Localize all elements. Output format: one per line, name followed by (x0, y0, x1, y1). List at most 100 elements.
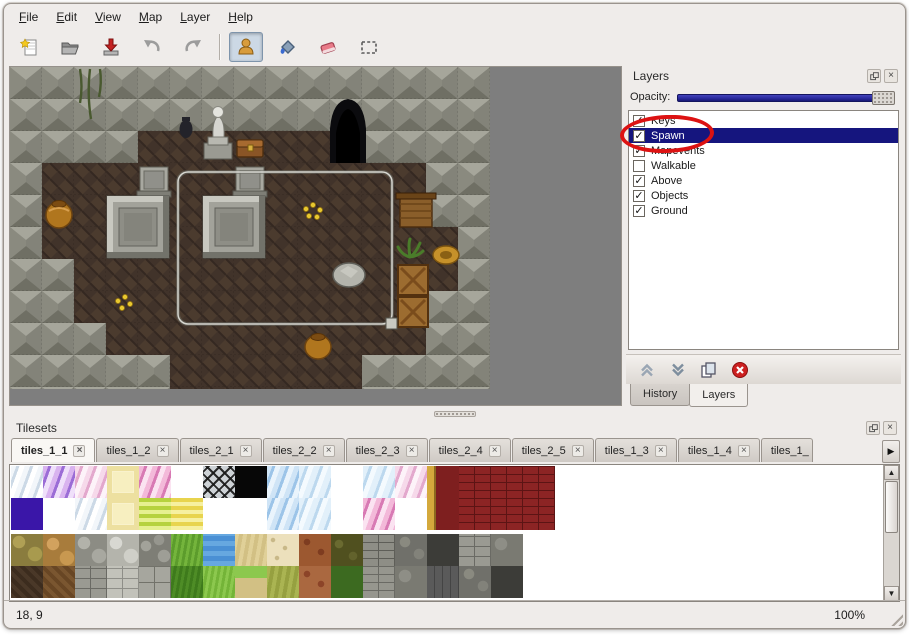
palette-tile[interactable] (139, 498, 171, 530)
palette-tile[interactable] (43, 466, 75, 498)
tileset-tab-tiles_2_4[interactable]: tiles_2_4× (429, 438, 511, 462)
palette-tile[interactable] (171, 466, 203, 498)
palette-tile[interactable] (363, 566, 395, 598)
close-tab-icon[interactable]: × (572, 445, 584, 457)
palette-tile[interactable] (203, 498, 235, 530)
close-tab-icon[interactable]: × (489, 445, 501, 457)
menu-layer[interactable]: Layer (171, 7, 219, 27)
palette-tile[interactable] (43, 498, 75, 530)
float-panel-button[interactable] (867, 69, 881, 83)
palette-tile[interactable] (107, 566, 139, 598)
palette-tile[interactable] (139, 566, 171, 598)
palette-tile[interactable] (171, 534, 203, 566)
palette-tile[interactable] (299, 566, 331, 598)
layer-visibility-checkbox[interactable]: ✓ (633, 205, 645, 217)
layer-row-above[interactable]: ✓Above (629, 173, 898, 188)
palette-tile[interactable] (203, 466, 235, 498)
layer-row-objects[interactable]: ✓Objects (629, 188, 898, 203)
move-layer-up-button[interactable] (636, 359, 658, 381)
layer-visibility-checkbox[interactable]: ✓ (633, 145, 645, 157)
layer-row-keys[interactable]: ✓Keys (629, 113, 898, 128)
layer-row-ground[interactable]: ✓Ground (629, 203, 898, 218)
map-canvas[interactable] (9, 66, 622, 406)
palette-tile[interactable] (235, 498, 267, 530)
palette-tile[interactable] (107, 534, 139, 566)
tileset-tab-tiles_1_3[interactable]: tiles_1_3× (595, 438, 677, 462)
palette-tile[interactable] (267, 498, 299, 530)
palette-tile[interactable] (427, 534, 459, 566)
menu-file[interactable]: File (10, 7, 47, 27)
palette-tile[interactable] (331, 534, 363, 566)
palette-tile[interactable] (523, 466, 555, 498)
palette-tile[interactable] (299, 498, 331, 530)
palette-tile[interactable] (267, 466, 299, 498)
stamp-tool-button[interactable] (229, 32, 263, 62)
palette-tile[interactable] (491, 498, 523, 530)
palette-tile[interactable] (267, 534, 299, 566)
menu-help[interactable]: Help (219, 7, 262, 27)
palette-tile[interactable] (427, 498, 459, 530)
close-tab-icon[interactable]: × (240, 445, 252, 457)
scroll-up-button[interactable]: ▲ (884, 465, 899, 480)
dock-tab-layers[interactable]: Layers (689, 384, 748, 407)
palette-tile[interactable] (331, 466, 363, 498)
tileset-tab-tiles_1_1[interactable]: tiles_1_1× (11, 438, 95, 462)
palette-tile[interactable] (75, 566, 107, 598)
fill-tool-button[interactable] (270, 32, 304, 62)
palette-tile[interactable] (75, 534, 107, 566)
close-tab-icon[interactable]: × (73, 445, 85, 457)
palette-scrollbar[interactable]: ▲ ▼ (883, 465, 899, 601)
layer-row-walkable[interactable]: Walkable (629, 158, 898, 173)
layer-visibility-checkbox[interactable]: ✓ (633, 115, 645, 127)
delete-layer-button[interactable] (729, 359, 751, 381)
palette-tile[interactable] (331, 498, 363, 530)
palette-tile[interactable] (395, 498, 427, 530)
palette-tile[interactable] (459, 534, 491, 566)
scrollbar-handle[interactable] (885, 481, 898, 533)
palette-tile[interactable] (75, 466, 107, 498)
layer-visibility-checkbox[interactable] (633, 160, 645, 172)
palette-tile[interactable] (267, 566, 299, 598)
dock-tab-history[interactable]: History (630, 384, 690, 406)
layer-visibility-checkbox[interactable]: ✓ (633, 175, 645, 187)
palette-tile[interactable] (11, 566, 43, 598)
palette-tile[interactable] (395, 466, 427, 498)
close-tilesets-button[interactable]: × (883, 421, 897, 435)
menu-view[interactable]: View (86, 7, 130, 27)
palette-tile[interactable] (171, 566, 203, 598)
layer-row-spawn[interactable]: ✓Spawn (629, 128, 898, 143)
palette-tile[interactable] (139, 534, 171, 566)
tileset-tab-tiles_2_5[interactable]: tiles_2_5× (512, 438, 594, 462)
palette-tile[interactable] (491, 534, 523, 566)
new-file-button[interactable] (12, 32, 46, 62)
palette-tile[interactable] (139, 466, 171, 498)
tileset-tab-tiles_2_1[interactable]: tiles_2_1× (180, 438, 262, 462)
palette-tile[interactable] (235, 566, 267, 598)
palette-tile[interactable] (43, 566, 75, 598)
palette-tile[interactable] (459, 498, 491, 530)
palette-tile[interactable] (363, 534, 395, 566)
layer-visibility-checkbox[interactable]: ✓ (633, 190, 645, 202)
tab-scroll-right-button[interactable]: ▶ (882, 440, 900, 463)
tileset-tab-tiles_1_[interactable]: tiles_1_ (761, 438, 813, 462)
palette-tile[interactable] (235, 534, 267, 566)
palette-tile[interactable] (459, 566, 491, 598)
palette-tile[interactable] (491, 566, 523, 598)
pane-splitter[interactable] (9, 410, 900, 418)
palette-tile[interactable] (299, 534, 331, 566)
palette-tile[interactable] (107, 466, 139, 498)
palette-tile[interactable] (459, 466, 491, 498)
palette-tile[interactable] (523, 498, 555, 530)
opacity-slider-handle[interactable] (872, 91, 895, 105)
layer-visibility-checkbox[interactable]: ✓ (633, 130, 645, 142)
tile-palette[interactable]: ▲ ▼ (9, 464, 900, 602)
opacity-slider[interactable] (677, 90, 895, 105)
palette-tile[interactable] (75, 498, 107, 530)
palette-tile[interactable] (235, 466, 267, 498)
palette-tile[interactable] (203, 534, 235, 566)
palette-tile[interactable] (331, 566, 363, 598)
layer-row-mapevents[interactable]: ✓Mapevents (629, 143, 898, 158)
move-layer-down-button[interactable] (667, 359, 689, 381)
palette-tile[interactable] (171, 498, 203, 530)
eraser-tool-button[interactable] (311, 32, 345, 62)
